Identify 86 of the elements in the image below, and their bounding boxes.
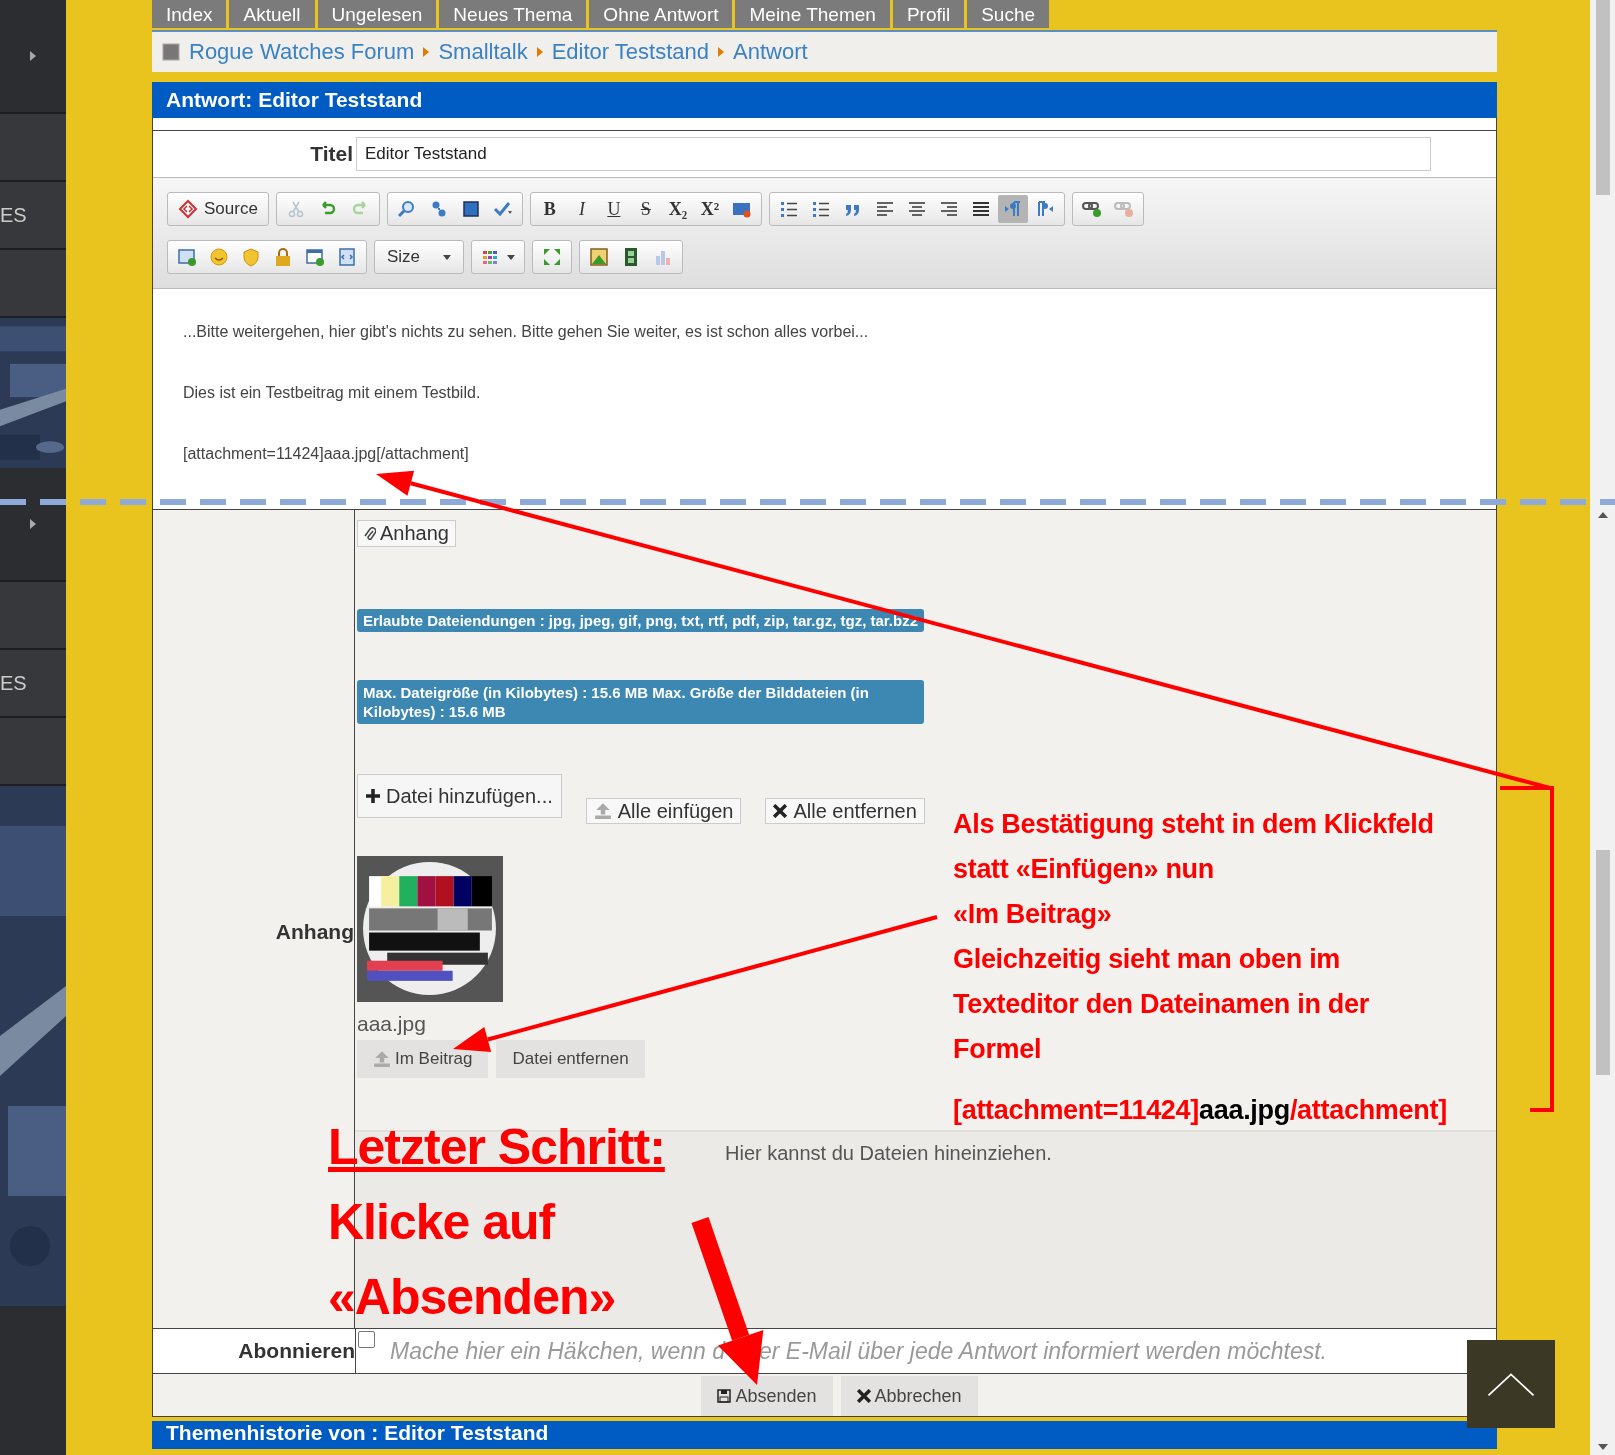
annotation-text: Texteditor den Dateinamen in der: [953, 988, 1369, 1021]
file-name: aaa.jpg: [357, 1012, 426, 1036]
sidebar-item[interactable]: ES: [0, 182, 66, 250]
cancel-button[interactable]: Abbrechen: [840, 1376, 978, 1416]
shield-icon: [241, 247, 261, 267]
annotation-text: Als Bestätigung steht in dem Klickfeld: [953, 808, 1434, 841]
paperclip-icon: [364, 525, 376, 542]
format-button[interactable]: X₂: [662, 195, 693, 223]
title-field[interactable]: Editor Teststand: [356, 137, 1431, 171]
scrollbar-thumb[interactable]: [1596, 850, 1610, 1075]
format-button[interactable]: B: [534, 195, 565, 223]
chevron-icon: [536, 47, 543, 57]
bullet-list-icon: [810, 199, 831, 219]
close-icon: [773, 804, 788, 818]
text-direction-button[interactable]: [997, 195, 1028, 223]
in-post-button[interactable]: Im Beitrag: [357, 1040, 489, 1078]
size-dropdown[interactable]: Size: [379, 243, 459, 271]
attachment-tab[interactable]: Anhang: [357, 520, 456, 547]
lock-icon: [273, 247, 293, 267]
numbered-list-icon: [778, 199, 799, 219]
upload-icon: [593, 803, 612, 819]
search-icon: [396, 199, 417, 219]
add-file-button[interactable]: Datei hinzufügen...: [357, 774, 562, 818]
annotation-text: Formel: [953, 1033, 1042, 1066]
breadcrumb-link[interactable]: Editor Teststand: [551, 39, 709, 65]
scrollbar[interactable]: [1590, 0, 1615, 1455]
caret-icon: [443, 254, 451, 260]
annotation-text: statt «Einfügen» nun: [953, 853, 1214, 886]
annotation-text: Gleichzeitig sieht man oben im: [953, 943, 1341, 976]
format-button[interactable]: U: [598, 195, 629, 223]
editor-text: Dies ist ein Testbeitrag mit einem Testbild.: [183, 384, 482, 403]
select-all-icon: [460, 199, 481, 219]
link-icon: [1081, 199, 1102, 219]
smiley-icon: [209, 247, 229, 267]
caret-icon: [29, 518, 37, 530]
breadcrumb-link[interactable]: Smalltalk: [438, 39, 528, 65]
breadcrumb-link[interactable]: Antwort: [733, 39, 808, 65]
sidebar-item[interactable]: ES: [0, 650, 66, 718]
field-label: Abonnieren: [238, 1339, 355, 1363]
annotation-text: «Im Beitrag»: [953, 898, 1112, 931]
field-label: Titel: [309, 142, 353, 166]
code-icon: [178, 199, 198, 219]
caret-icon: [29, 50, 37, 62]
align-center-icon: [906, 199, 927, 219]
nav-tab[interactable]: Aktuell: [229, 0, 318, 28]
editor-text: [attachment=11424]aaa.jpg[/attachment]: [183, 445, 470, 464]
drop-hint: Hier kannst du Dateien hineinziehen.: [725, 1142, 1052, 1164]
scroll-down-icon[interactable]: [1598, 1444, 1608, 1450]
close-icon: [856, 1389, 871, 1403]
image-icon: [589, 247, 609, 267]
text-direction-icon: [1002, 199, 1023, 219]
checkbox[interactable]: [358, 1331, 375, 1348]
breadcrumb-link[interactable]: Rogue Watches Forum: [189, 39, 415, 65]
chevron-icon: [423, 47, 430, 57]
nav-tab[interactable]: Meine Themen: [735, 0, 893, 28]
window-icon: [305, 247, 325, 267]
remove-all-button[interactable]: Alle entfernen: [765, 798, 925, 824]
scroll-up-icon[interactable]: [1598, 512, 1608, 518]
format-button[interactable]: I: [566, 195, 597, 223]
scrollbar-thumb[interactable]: [1596, 0, 1610, 195]
chevron-icon: [718, 47, 724, 57]
image-add-icon: [177, 247, 197, 267]
align-right-icon: [938, 199, 959, 219]
plus-icon: [366, 789, 380, 803]
caret-icon: [507, 254, 515, 260]
section-title: Themenhistorie von : Editor Teststand: [152, 1421, 1497, 1449]
maximize-icon: [542, 247, 562, 267]
remove-file-button[interactable]: Datei entfernen: [496, 1040, 645, 1078]
submit-button[interactable]: Absenden: [701, 1376, 833, 1416]
unlink-icon: [1113, 199, 1134, 219]
code-icon: [337, 247, 357, 267]
align-left-icon: [874, 199, 895, 219]
source-button[interactable]: Source: [172, 195, 264, 223]
panel-title: Antwort: Editor Teststand: [152, 82, 1497, 118]
insert-all-button[interactable]: Alle einfügen: [585, 798, 742, 824]
upload-icon: [373, 1051, 391, 1067]
justify-icon: [970, 199, 991, 219]
editor-text: ...Bitte weitergehen, hier gibt's nichts zu sehen. Bitte gehen Sie weiter, es ist schon alles vorbei...: [183, 323, 870, 342]
editor-area[interactable]: ...Bitte weitergehen, hier gibt's nichts zu sehen. Bitte gehen Sie weiter, es ist schon alles vorbei... Dies ist ein Testbeitrag mit einem Testbild. [attachment=11424]aaa.jpg[/attachment]: [153, 289, 1496, 509]
info-badge: Max. Dateigröße (in Kilobytes) : 15.6 MB Max. Größe der Bilddateien (in Kilobytes) : 15.6 MB: [357, 680, 924, 724]
format-button[interactable]: S: [630, 195, 661, 223]
format-button[interactable]: X²: [694, 195, 725, 223]
square-icon: [162, 43, 180, 61]
save-icon: [717, 1389, 732, 1403]
annotation-formula: [attachment=11424]aaa.jpg/attachment]: [953, 1094, 1447, 1127]
spellcheck-icon: [492, 199, 513, 219]
